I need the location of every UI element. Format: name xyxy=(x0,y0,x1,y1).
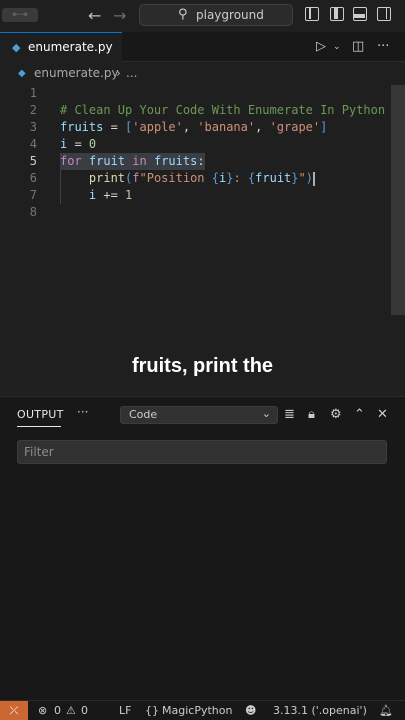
status-bar: ⤫ ⊗ 0 ⚠ 0 LF {} MagicPython ☻ 3.13.1 ('.… xyxy=(0,700,405,720)
python-interpreter[interactable]: 3.13.1 ('.openai') xyxy=(273,704,367,717)
panel-more-icon[interactable]: ··· xyxy=(77,405,88,419)
code-text: for fruit in fruits: xyxy=(60,153,205,170)
forward-arrow-icon[interactable]: → xyxy=(113,6,126,25)
line-number: 4 xyxy=(29,137,37,151)
line-number: 5 xyxy=(29,154,37,168)
close-panel-icon[interactable]: ✕ xyxy=(377,407,388,422)
editor-scrollbar[interactable] xyxy=(391,85,405,315)
line-number: 8 xyxy=(29,205,37,219)
line-number: 2 xyxy=(29,103,37,117)
filter-input[interactable]: Filter xyxy=(17,440,387,464)
python-file-icon: ◆ xyxy=(18,68,26,79)
toggle-panel-icon[interactable] xyxy=(353,7,367,21)
output-panel: OUTPUT ··· Code ⌄ ≣ 🔒︎ ⚙ ⌃ ✕ Filter xyxy=(0,396,405,700)
warning-count[interactable]: 0 xyxy=(81,704,88,717)
tab-output[interactable]: OUTPUT xyxy=(17,408,64,421)
eol-indicator[interactable]: LF xyxy=(119,704,131,717)
tab-label: enumerate.py xyxy=(28,40,113,54)
code-line: 4 i = 0 xyxy=(0,136,390,153)
code-text: fruits = ['apple', 'banana', 'grape'] xyxy=(60,120,328,134)
copilot-icon[interactable]: ☻ xyxy=(245,704,256,717)
toggle-secondary-sidebar-icon[interactable] xyxy=(377,7,391,21)
search-text: playground xyxy=(196,8,264,22)
code-line: 1 xyxy=(0,85,390,102)
toggle-primary-sidebar-icon[interactable] xyxy=(330,7,344,21)
text-cursor xyxy=(312,171,315,186)
output-channel-value: Code xyxy=(129,408,158,421)
tab-enumerate-py[interactable]: ◆ enumerate.py xyxy=(0,32,122,62)
active-tab-indicator xyxy=(17,426,61,427)
code-line: 3 fruits = ['apple', 'banana', 'grape'] xyxy=(0,119,390,136)
code-editor[interactable]: 1 2 # Clean Up Your Code With Enumerate … xyxy=(0,85,405,395)
language-braces-icon: {} xyxy=(145,704,159,717)
customize-layout-icon[interactable] xyxy=(305,7,319,21)
code-text: print(f"Position {i}: {fruit}") xyxy=(88,171,315,186)
maximize-panel-icon[interactable]: ⌃ xyxy=(354,407,365,422)
run-icon[interactable]: ▷ xyxy=(316,39,326,54)
line-number: 1 xyxy=(29,86,37,100)
code-line: 8 xyxy=(0,204,390,221)
warning-icon[interactable]: ⚠ xyxy=(66,704,76,717)
window-control-icon[interactable]: ⇤⇥ xyxy=(2,8,38,22)
breadcrumb-more[interactable]: ... xyxy=(126,66,137,80)
python-file-icon: ◆ xyxy=(12,41,21,54)
code-line: 2 # Clean Up Your Code With Enumerate In… xyxy=(0,102,390,119)
breadcrumb: ◆ enumerate.py › ... xyxy=(0,63,405,85)
error-icon[interactable]: ⊗ xyxy=(38,704,47,717)
clear-output-icon[interactable]: ≣ xyxy=(284,407,295,422)
code-line: 7 i += 1 xyxy=(0,187,390,204)
settings-gear-icon[interactable]: ⚙ xyxy=(330,407,342,422)
run-dropdown-chevron-icon[interactable]: ⌄ xyxy=(333,42,341,52)
code-line: 5 for fruit in fruits: xyxy=(0,153,390,170)
code-text: # Clean Up Your Code With Enumerate In P… xyxy=(60,103,386,117)
lock-icon[interactable]: 🔒︎ xyxy=(308,407,315,422)
code-line: 6 print(f"Position {i}: {fruit}") xyxy=(0,170,390,187)
back-arrow-icon[interactable]: ← xyxy=(88,6,101,25)
split-editor-icon[interactable]: ◫ xyxy=(352,39,364,54)
chevron-down-icon: ⌄ xyxy=(261,407,271,420)
breadcrumb-file[interactable]: enumerate.py xyxy=(34,66,119,80)
more-actions-icon[interactable]: ··· xyxy=(377,39,389,54)
notifications-bell-icon[interactable]: 🔔︎ xyxy=(379,704,393,717)
line-number: 3 xyxy=(29,120,37,134)
command-center-search[interactable]: ⚲ playground xyxy=(139,4,293,26)
language-mode[interactable]: MagicPython xyxy=(162,704,232,717)
line-number: 6 xyxy=(29,171,37,185)
title-bar: ⇤⇥ ← → ⚲ playground xyxy=(0,0,405,32)
output-channel-select[interactable]: Code ⌄ xyxy=(120,406,278,424)
search-icon: ⚲ xyxy=(178,7,188,22)
code-text: i = 0 xyxy=(60,137,97,151)
code-text: i += 1 xyxy=(88,188,133,202)
error-count[interactable]: 0 xyxy=(54,704,61,717)
editor-tab-bar: ◆ enumerate.py ▷ ⌄ ◫ ··· xyxy=(0,32,405,62)
remote-indicator-icon[interactable]: ⤫ xyxy=(0,701,28,720)
breadcrumb-chevron-icon: › xyxy=(116,66,121,80)
video-caption: fruits, print the xyxy=(131,355,274,377)
line-number: 7 xyxy=(29,188,37,202)
